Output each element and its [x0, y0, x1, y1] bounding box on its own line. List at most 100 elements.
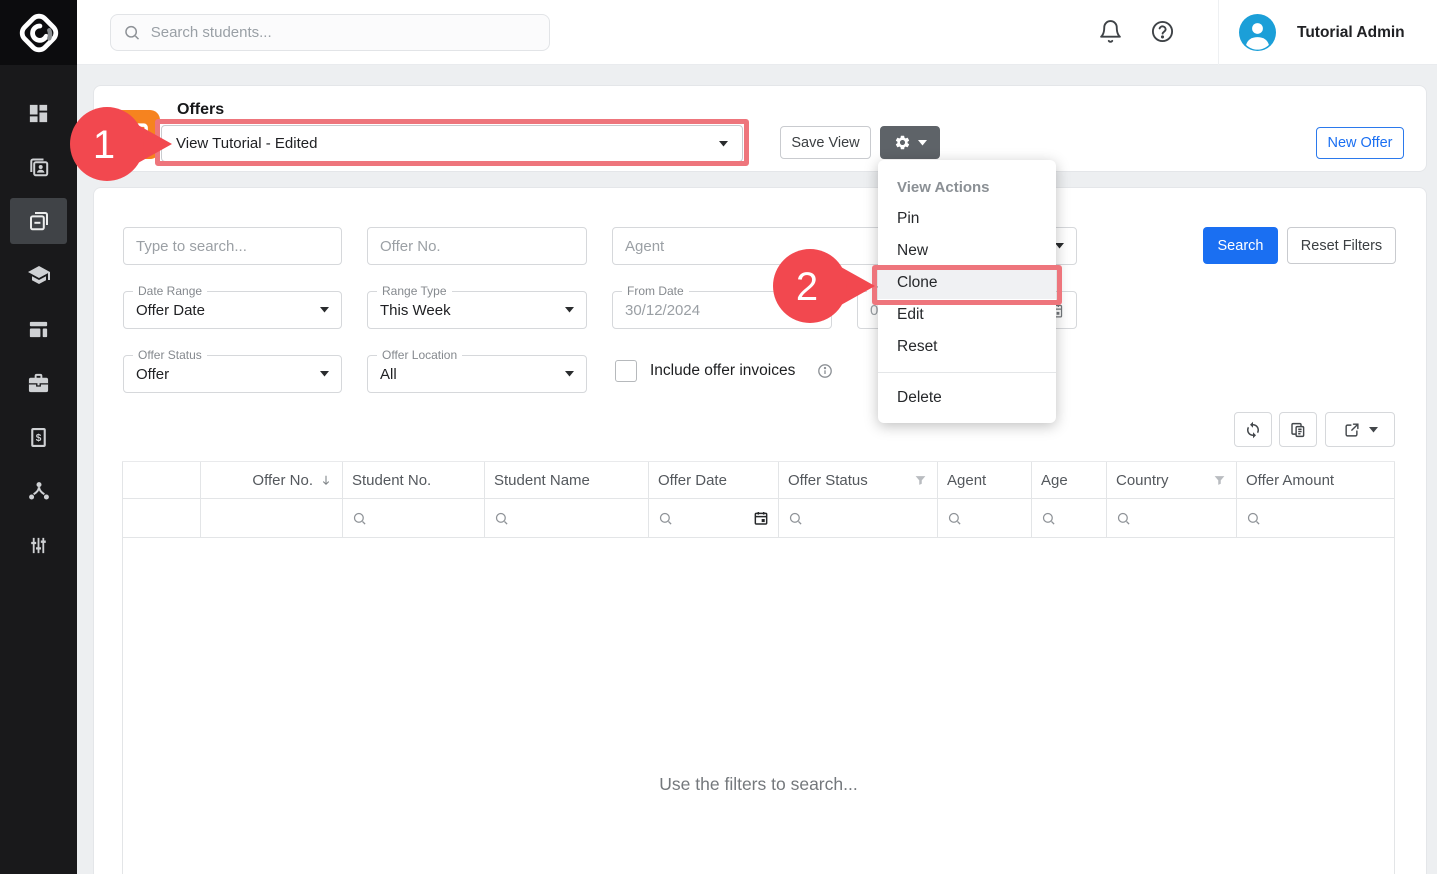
dashboard-icon	[27, 102, 50, 125]
menu-item-new[interactable]: New	[878, 235, 1056, 267]
date-range-label: Date Range	[133, 284, 207, 298]
col-header-offer-status[interactable]: Offer Status	[779, 462, 938, 498]
view-actions-menu-header: View Actions	[878, 173, 1056, 203]
offer-status-select[interactable]: Offer Status Offer	[123, 355, 342, 393]
calendar-icon[interactable]	[802, 302, 819, 319]
offer-location-select[interactable]: Offer Location All	[367, 355, 587, 393]
new-offer-button[interactable]: New Offer	[1316, 127, 1404, 159]
layout-icon	[27, 318, 50, 341]
menu-item-reset[interactable]: Reset	[878, 331, 1056, 363]
export-icon	[1343, 421, 1361, 439]
sidebar-item-settings[interactable]	[0, 518, 77, 572]
column-chooser-button[interactable]	[1279, 412, 1317, 447]
empty-message: Use the filters to search...	[123, 774, 1394, 795]
offers-app-icon	[111, 110, 160, 159]
filter-cell-age[interactable]	[1032, 499, 1107, 537]
quick-search-input[interactable]	[123, 227, 342, 265]
info-icon[interactable]	[817, 363, 833, 379]
refresh-button[interactable]	[1234, 412, 1272, 447]
calendar-icon[interactable]	[753, 510, 769, 526]
range-type-select[interactable]: Range Type This Week	[367, 291, 587, 329]
global-search[interactable]	[110, 14, 550, 51]
view-actions-button[interactable]	[880, 126, 940, 159]
avatar[interactable]	[1239, 14, 1276, 51]
filter-cell-offer-amount[interactable]	[1237, 499, 1395, 537]
sidebar-item-classes[interactable]	[0, 302, 77, 356]
col-label: Student Name	[494, 472, 590, 489]
menu-item-edit[interactable]: Edit	[878, 299, 1056, 331]
from-date-value: 30/12/2024	[625, 302, 802, 319]
filter-cell-offer-status[interactable]	[779, 499, 938, 537]
sidebar-item-dashboard[interactable]	[0, 86, 77, 140]
view-selector[interactable]: View Tutorial - Edited	[161, 125, 743, 162]
app-logo[interactable]	[0, 0, 77, 65]
save-view-label: Save View	[791, 135, 859, 151]
chevron-down-icon	[719, 141, 728, 147]
view-actions-menu: View Actions Pin New Clone Edit Reset De…	[878, 160, 1056, 423]
search-icon	[1116, 511, 1131, 526]
refresh-icon	[1244, 421, 1262, 439]
save-view-button[interactable]: Save View	[780, 126, 871, 159]
filter-cell-offer-no[interactable]	[201, 499, 343, 537]
reset-filters-label: Reset Filters	[1301, 238, 1382, 254]
sidebar-item-relationships[interactable]	[0, 464, 77, 518]
search-button[interactable]: Search	[1203, 227, 1278, 264]
sidebar-item-offers[interactable]	[10, 198, 67, 244]
filter-cell-student-no[interactable]	[343, 499, 485, 537]
sidebar-nav: $	[0, 86, 77, 572]
menu-item-clone[interactable]: Clone	[878, 267, 1056, 299]
filter-cell-offer-date[interactable]	[649, 499, 779, 537]
col-header-blank	[122, 462, 201, 498]
sidebar-item-students[interactable]	[0, 140, 77, 194]
col-label: Offer Date	[658, 472, 727, 489]
copy-icon	[1289, 421, 1307, 439]
filter-funnel-icon[interactable]	[913, 473, 928, 488]
chevron-down-icon	[1055, 243, 1064, 249]
reset-filters-button[interactable]: Reset Filters	[1287, 227, 1396, 264]
offer-status-value: Offer	[136, 366, 320, 383]
notifications-button[interactable]	[1098, 19, 1125, 46]
search-icon	[494, 511, 509, 526]
briefcase-icon	[27, 372, 50, 395]
offer-location-label: Offer Location	[377, 348, 462, 362]
offer-no-input[interactable]	[367, 227, 587, 265]
col-header-agent[interactable]: Agent	[938, 462, 1032, 498]
from-date-field[interactable]: From Date 30/12/2024	[612, 291, 832, 329]
search-icon	[788, 511, 803, 526]
col-header-offer-amount[interactable]: Offer Amount	[1237, 462, 1395, 498]
col-header-offer-no[interactable]: Offer No.	[201, 462, 343, 498]
user-icon	[1239, 14, 1276, 51]
offers-brand-icon	[120, 119, 152, 151]
help-button[interactable]	[1150, 19, 1177, 46]
sidebar-item-courses[interactable]	[0, 248, 77, 302]
sidebar-item-agents[interactable]	[0, 356, 77, 410]
col-label: Offer Amount	[1246, 472, 1334, 489]
filter-cell-agent[interactable]	[938, 499, 1032, 537]
network-icon	[27, 479, 51, 503]
filter-cell-student-name[interactable]	[485, 499, 649, 537]
menu-item-pin[interactable]: Pin	[878, 203, 1056, 235]
topbar-divider	[1218, 0, 1219, 65]
col-header-student-no[interactable]: Student No.	[343, 462, 485, 498]
menu-item-delete[interactable]: Delete	[878, 382, 1056, 414]
range-type-value: This Week	[380, 302, 565, 319]
sidebar-item-invoices[interactable]: $	[0, 410, 77, 464]
filter-cell-country[interactable]	[1107, 499, 1237, 537]
col-header-age[interactable]: Age	[1032, 462, 1107, 498]
chevron-down-icon	[1369, 427, 1378, 433]
bell-icon	[1098, 19, 1123, 44]
menu-divider	[878, 372, 1056, 373]
col-header-offer-date[interactable]: Offer Date	[649, 462, 779, 498]
date-range-select[interactable]: Date Range Offer Date	[123, 291, 342, 329]
col-header-student-name[interactable]: Student Name	[485, 462, 649, 498]
filter-funnel-icon[interactable]	[1212, 473, 1227, 488]
search-icon	[123, 23, 141, 42]
export-button[interactable]	[1325, 412, 1395, 447]
table-header-row: Offer No. Student No. Student Name Offer…	[122, 461, 1395, 499]
include-invoices-checkbox[interactable]	[615, 360, 637, 382]
svg-text:$: $	[36, 432, 42, 443]
search-students-input[interactable]	[151, 24, 537, 41]
offer-location-value: All	[380, 366, 565, 383]
col-header-country[interactable]: Country	[1107, 462, 1237, 498]
app-root: $	[0, 0, 1437, 874]
